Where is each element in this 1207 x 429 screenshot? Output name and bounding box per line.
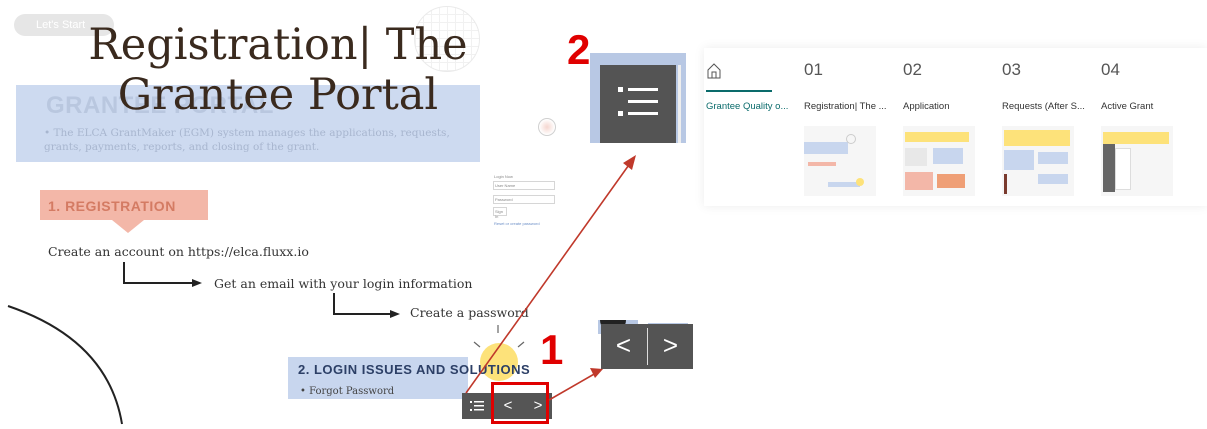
section-thumbnail (804, 126, 876, 196)
section-label: Active Grant (1101, 101, 1154, 112)
outline-selected-underline (706, 90, 772, 92)
section-number: 02 (903, 60, 922, 79)
section-label: Registration| The ... (804, 101, 887, 112)
section-number: 04 (1101, 60, 1120, 79)
section-thumbnail (903, 126, 975, 196)
outline-panel: Grantee Quality o... 01 Registration| Th… (704, 48, 1207, 206)
callout-arrow-1-head (590, 368, 603, 378)
callout-arrow-2 (465, 161, 632, 394)
section-thumbnail (1002, 126, 1074, 196)
section-thumbnail (1101, 126, 1173, 196)
section-label: Requests (After S... (1002, 101, 1085, 112)
callout-arrow-2-head (623, 155, 636, 170)
section-number: 03 (1002, 60, 1021, 79)
section-label: Application (903, 101, 950, 112)
outline-home-label: Grantee Quality o... (706, 101, 789, 112)
callout-arrow-1 (548, 372, 597, 401)
home-icon (707, 63, 721, 79)
section-number: 01 (804, 60, 823, 79)
